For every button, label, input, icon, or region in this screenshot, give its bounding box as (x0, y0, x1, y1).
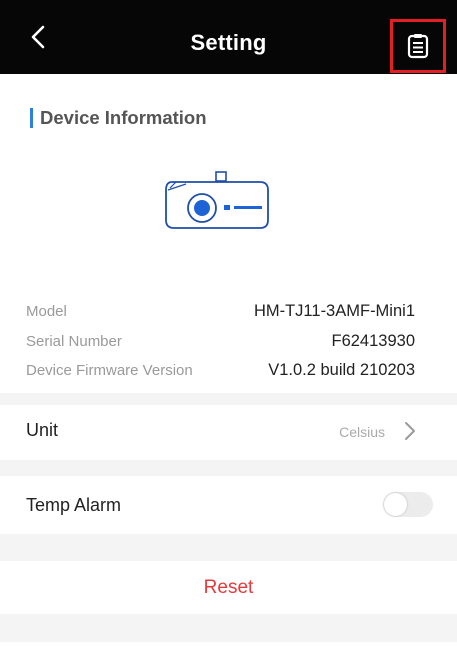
reset-button[interactable]: Reset (0, 577, 457, 599)
page-title: Setting (190, 30, 267, 55)
unit-row[interactable]: Unit Celsius (0, 405, 457, 460)
unit-label: Unit (26, 420, 59, 440)
model-value: HM-TJ11-3AMF-Mini1 (253, 301, 415, 320)
firmware-version-value: V1.0.2 build 210203 (268, 360, 415, 379)
info-row-model: Model HM-TJ11-3AMF-Mini1 (26, 300, 415, 322)
info-row-serial-number: Serial Number F62413930 (26, 330, 415, 352)
bottom-divider (0, 614, 457, 642)
temp-alarm-label: Temp Alarm (26, 495, 122, 515)
section-divider (0, 460, 457, 476)
section-title-device-information: Device Information (30, 108, 207, 128)
serial-number-value: F62413930 (331, 331, 416, 350)
section-divider (0, 393, 457, 405)
document-icon (407, 34, 429, 59)
info-row-firmware-version: Device Firmware Version V1.0.2 build 210… (26, 359, 415, 381)
firmware-version-label: Device Firmware Version (26, 361, 193, 379)
unit-value: Celsius (339, 424, 385, 440)
thermal-camera-device-illustration (165, 171, 269, 229)
section-divider (0, 534, 457, 561)
document-button[interactable] (390, 19, 446, 73)
toggle-knob (384, 493, 407, 516)
top-bar: Setting (0, 0, 457, 74)
model-label: Model (26, 302, 67, 320)
chevron-right-icon (405, 422, 415, 440)
temp-alarm-toggle[interactable] (383, 492, 433, 517)
serial-number-label: Serial Number (26, 332, 122, 350)
